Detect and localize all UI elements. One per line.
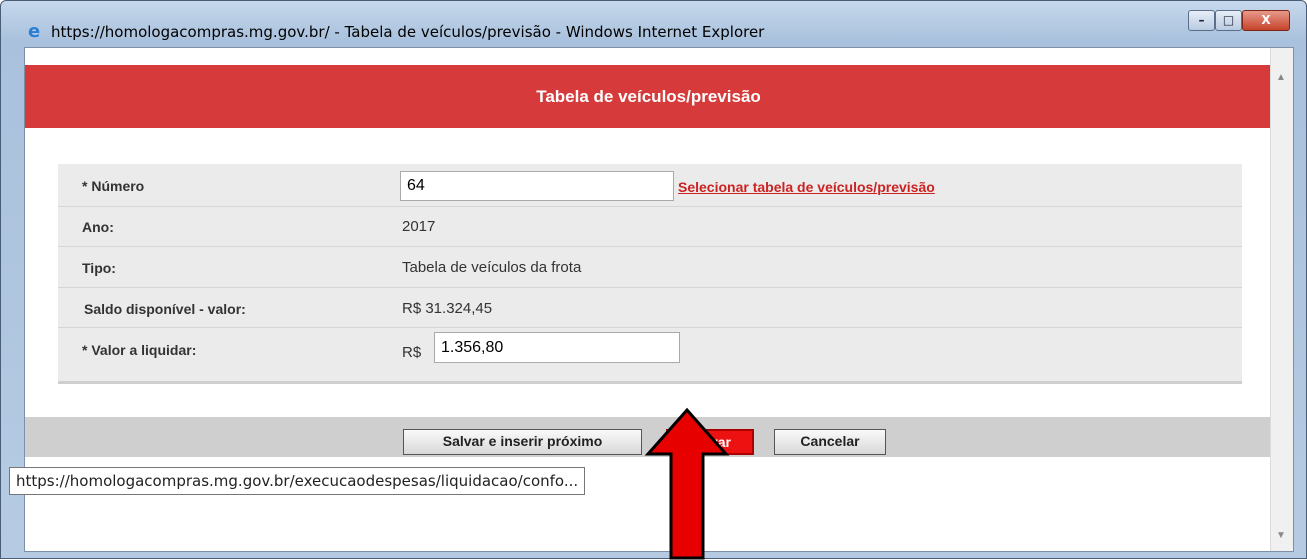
valor-input[interactable] [434,332,680,363]
valor-currency-prefix: R$ [402,344,422,361]
scroll-up-icon[interactable]: ▲ [1276,72,1286,83]
pointer-arrow-icon [644,407,730,560]
window-title: https://homologacompras.mg.gov.br/ - Tab… [51,23,765,41]
tipo-value: Tabela de veículos da frota [402,259,582,276]
save-and-next-button[interactable]: Salvar e inserir próximo [403,429,642,455]
page-title: Tabela de veículos/previsão [25,65,1272,128]
row-numero: * Número Selecionar tabela de veículos/p… [58,164,1242,207]
row-saldo: Saldo disponível - valor: R$ 31.324,45 [58,288,1242,328]
row-tipo: Tipo: Tabela de veículos da frota [58,247,1242,288]
minimize-button[interactable]: – [1188,10,1215,31]
numero-label: * Número [82,178,145,194]
scroll-down-icon[interactable]: ▼ [1276,530,1286,541]
maximize-button[interactable]: □ [1215,10,1242,31]
row-ano: Ano: 2017 [58,207,1242,247]
internet-explorer-icon: e [28,21,41,42]
browser-window: e https://homologacompras.mg.gov.br/ - T… [0,0,1307,560]
select-table-link[interactable]: Selecionar tabela de veículos/previsão [678,179,935,195]
status-url-tooltip: https://homologacompras.mg.gov.br/execuc… [9,467,586,495]
ano-label: Ano: [82,219,114,235]
close-button[interactable]: X [1242,10,1290,31]
cancel-button[interactable]: Cancelar [774,429,886,455]
numero-input[interactable] [400,171,674,201]
row-valor: * Valor a liquidar: R$ [58,328,1242,384]
ano-value: 2017 [402,218,436,235]
saldo-label: Saldo disponível - valor: [84,301,246,317]
title-bar: e https://homologacompras.mg.gov.br/ - T… [1,1,1306,42]
valor-label: * Valor a liquidar: [82,342,197,358]
saldo-value: R$ 31.324,45 [402,300,493,317]
vertical-scrollbar[interactable]: ▲ ▼ [1270,48,1293,551]
tipo-label: Tipo: [82,260,116,276]
